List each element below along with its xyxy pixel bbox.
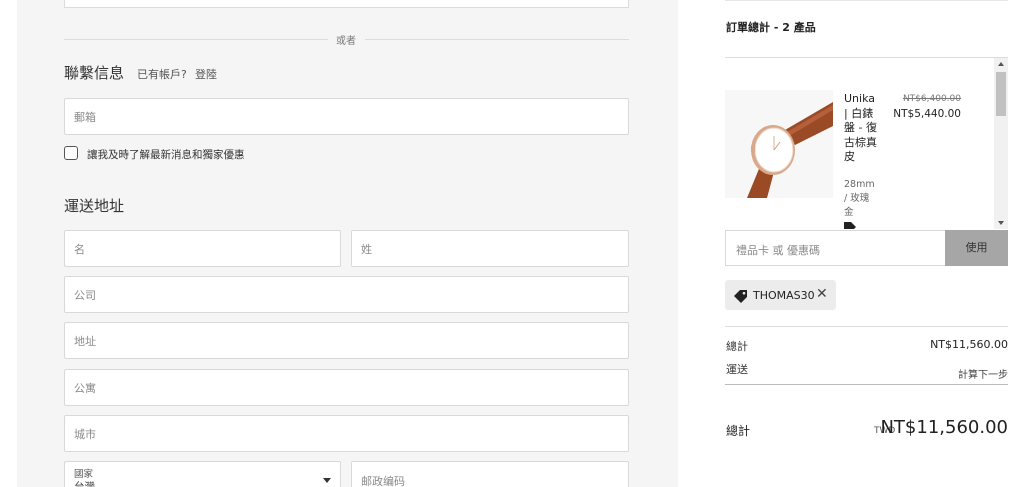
product-name: Unika | 白錶盤 - 復古棕真皮 (844, 92, 877, 163)
express-checkout-box (64, 0, 629, 8)
apartment-field[interactable]: 公寓 (64, 369, 629, 406)
postal-code-placeholder: 邮政编码 (361, 475, 405, 487)
address-field[interactable]: 地址 (64, 322, 629, 359)
subtotal-value: NT$11,560.00 (930, 338, 1008, 351)
discount-placeholder: 禮品卡 或 優惠碼 (736, 244, 820, 257)
city-placeholder: 城市 (74, 427, 96, 441)
product-original-price: NT$6,400.00 (902, 94, 961, 104)
email-field[interactable]: 郵箱 (64, 98, 629, 135)
first-name-field[interactable]: 名 (64, 230, 341, 267)
email-placeholder: 郵箱 (74, 110, 96, 124)
city-field[interactable]: 城市 (64, 415, 629, 452)
shipping-value: 計算下一步 (958, 370, 1008, 381)
subtotal-label: 總計 (726, 340, 748, 353)
postal-code-field[interactable]: 邮政编码 (351, 461, 629, 487)
summary-top-border (725, 0, 1008, 1)
company-placeholder: 公司 (74, 288, 96, 302)
or-divider-label: 或者 (336, 36, 356, 47)
remove-discount-icon[interactable]: ✕ (816, 286, 828, 302)
summary-divider (725, 326, 1008, 327)
shipping-label: 運送 (726, 363, 748, 376)
scroll-up-icon[interactable] (998, 62, 1004, 66)
summary-divider (725, 384, 1008, 385)
scrollbar-thumb[interactable] (996, 72, 1006, 116)
newsletter-checkbox[interactable] (64, 146, 78, 160)
company-field[interactable]: 公司 (64, 276, 629, 313)
scroll-down-icon[interactable] (998, 221, 1004, 225)
tag-icon (844, 222, 856, 229)
first-name-placeholder: 名 (74, 242, 85, 256)
address-placeholder: 地址 (74, 334, 96, 348)
product-current-price: NT$5,440.00 (893, 108, 961, 120)
applied-discount-chip: THOMAS30 ✕ (725, 280, 836, 310)
product-variant: 28mm / 玫瑰金 (844, 179, 875, 218)
apartment-placeholder: 公寓 (74, 381, 96, 395)
order-items-list[interactable]: Unika | 白錶盤 - 復古棕真皮 28mm / 玫瑰金 NT$6,400.… (725, 58, 1008, 229)
shipping-section-title: 運送地址 (64, 197, 125, 215)
divider-left (64, 39, 328, 40)
apply-discount-button[interactable]: 使用 (945, 230, 1008, 266)
tag-icon (734, 288, 748, 307)
country-label: 國家 (74, 469, 94, 480)
discount-code-text: THOMAS30 (753, 289, 815, 302)
total-value: NT$11,560.00 (880, 417, 1008, 438)
newsletter-label: 讓我及時了解最新消息和獨家優惠 (87, 149, 245, 161)
items-scrollbar[interactable] (994, 58, 1008, 229)
login-link[interactable]: 登陸 (195, 66, 217, 82)
order-summary-title: 訂單總計 - 2 產品 (726, 21, 816, 34)
contact-section-title: 聯繫信息 (64, 64, 125, 82)
total-label: 總計 (726, 424, 751, 438)
have-account-text: 已有帳戶? (137, 68, 187, 81)
last-name-field[interactable]: 姓 (351, 230, 629, 267)
discount-code-input[interactable]: 禮品卡 或 優惠碼 (725, 230, 946, 266)
country-value: 台灣 (74, 481, 95, 487)
divider-right (365, 39, 629, 40)
product-image (725, 90, 833, 198)
country-select[interactable]: 國家 台灣 (64, 461, 341, 487)
last-name-placeholder: 姓 (361, 242, 372, 256)
chevron-down-icon (323, 478, 331, 483)
